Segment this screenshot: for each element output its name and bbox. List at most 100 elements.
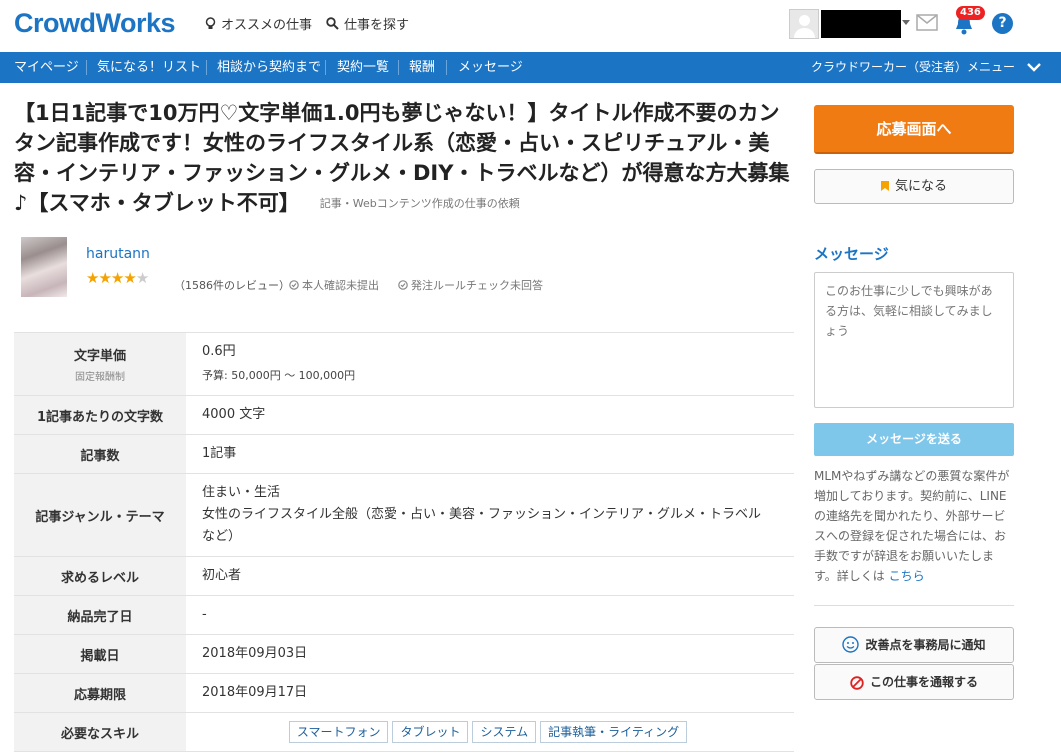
report-job-label: この仕事を通報する (869, 675, 978, 689)
top-header: CrowdWorks オススメの仕事 仕事を探す 436 ? (0, 0, 1061, 52)
nav-divider (325, 60, 326, 75)
search-jobs-label: 仕事を探す (344, 18, 410, 33)
worker-menu[interactable]: クラウドワーカー（受注者）メニュー (811, 52, 1015, 83)
details-link[interactable]: こちら (889, 569, 925, 583)
row-label: 文字単価 固定報酬制 (14, 333, 186, 395)
nav-rewards[interactable]: 報酬 (409, 52, 435, 83)
nav-divider (86, 60, 87, 75)
table-row: 納品完了日 - (14, 596, 794, 635)
help-icon[interactable]: ? (992, 13, 1013, 34)
improve-feedback-button[interactable]: 改善点を事務局に通知 (814, 627, 1014, 663)
nav-divider (398, 60, 399, 75)
nav-consult-contract[interactable]: 相談から契約まで (217, 52, 321, 83)
nav-contracts[interactable]: 契約一覧 (337, 52, 389, 83)
deadline-label: 応募期限 (14, 674, 186, 712)
recommend-label: オススメの仕事 (221, 18, 313, 33)
table-row: 文字単価 固定報酬制 0.6円 予算: 50,000円 〜 100,000円 (14, 333, 794, 396)
report-job-button[interactable]: この仕事を通報する (814, 664, 1014, 700)
sidebar-divider (814, 605, 1014, 606)
deadline-value: 2018年09月17日 (202, 685, 308, 700)
genre-line-1: 住まい・生活 (202, 485, 281, 500)
main-nav: マイページ 気になる！リスト 相談から契約まで 契約一覧 報酬 メッセージ クラ… (0, 52, 1061, 83)
chars-label: 1記事あたりの文字数 (14, 396, 186, 434)
nav-divider (446, 60, 447, 75)
skill-tag[interactable]: タブレット (392, 721, 469, 743)
mail-icon[interactable] (916, 14, 938, 31)
job-title: 【1日1記事で10万円♡文字単価1.0円も夢じゃない！】タイトル作成不要のカンタ… (14, 98, 792, 219)
rule-check-status: 発注ルールチェック未回答 (398, 277, 543, 293)
level-label: 求めるレベル (14, 557, 186, 595)
genre-line-2: 女性のライフスタイル全般（恋愛・占い・美容・ファッション・インテリア・グルメ・ト… (202, 507, 775, 544)
delivery-value: - (202, 607, 207, 622)
client-avatar[interactable] (21, 237, 67, 297)
budget-range: 予算: 50,000円 〜 100,000円 (202, 369, 356, 382)
star-empty-icon: ★ (135, 269, 149, 287)
identity-status: 本人確認未提出 (289, 277, 379, 293)
table-row: 掲載日 2018年09月03日 (14, 635, 794, 674)
skill-tag[interactable]: スマートフォン (288, 721, 389, 743)
level-value: 初心者 (202, 568, 242, 583)
chevron-down-icon[interactable] (1027, 62, 1041, 72)
genre-label: 記事ジャンル・テーマ (14, 474, 186, 556)
search-jobs-link[interactable]: 仕事を探す (326, 14, 409, 33)
table-row: 応募期限 2018年09月17日 (14, 674, 794, 713)
smiley-icon (842, 636, 860, 653)
nav-messages[interactable]: メッセージ (458, 52, 523, 83)
check-circle-icon (289, 280, 299, 290)
recommend-link[interactable]: オススメの仕事 (205, 14, 312, 33)
favorite-button[interactable]: 気になる (814, 169, 1014, 204)
send-message-button[interactable]: メッセージを送る (814, 423, 1014, 456)
unit-price-label: 文字単価 (73, 349, 126, 364)
table-row: 1記事あたりの文字数 4000 文字 (14, 396, 794, 435)
skills-label: 必要なスキル (14, 713, 186, 751)
star-icon: ★ (110, 269, 124, 287)
table-row: 記事数 1記事 (14, 435, 794, 474)
nav-divider (206, 60, 207, 75)
table-row: 必要なスキル スマートフォン タブレット システム 記事執筆・ライティング (14, 713, 794, 752)
unit-price-value: 0.6円 (202, 344, 236, 359)
star-icon: ★ (98, 269, 111, 287)
rule-check-text: 発注ルールチェック未回答 (411, 279, 543, 292)
favorite-label: 気になる (894, 179, 947, 194)
fraud-notice-text: MLMやねずみ講などの悪質な案件が増加しております。契約前に、LINEの連絡先を… (814, 469, 1010, 583)
message-heading: メッセージ (814, 245, 889, 263)
identity-status-text: 本人確認未提出 (302, 279, 379, 292)
table-row: 求めるレベル 初心者 (14, 557, 794, 596)
client-review-count[interactable]: （1586件のレビュー） (174, 277, 290, 293)
username-redacted[interactable] (821, 10, 901, 38)
delivery-label: 納品完了日 (14, 596, 186, 634)
client-name[interactable]: harutann (86, 246, 150, 262)
search-icon (326, 17, 339, 30)
chevron-down-icon[interactable] (902, 20, 910, 25)
job-category[interactable]: 記事・Webコンテンツ作成の仕事の依頼 (320, 197, 520, 210)
lightbulb-icon (205, 16, 216, 29)
posted-value: 2018年09月03日 (202, 646, 308, 661)
user-avatar[interactable] (789, 9, 819, 39)
count-label: 記事数 (14, 435, 186, 473)
skills-list: スマートフォン タブレット システム 記事執筆・ライティング (186, 713, 794, 751)
prohibited-icon (850, 676, 864, 690)
nav-mypage[interactable]: マイページ (14, 52, 79, 83)
skill-tag[interactable]: システム (472, 721, 537, 743)
crowdworks-logo[interactable]: CrowdWorks (14, 8, 176, 39)
star-icon: ★ (86, 269, 99, 287)
message-input[interactable] (814, 272, 1014, 408)
check-circle-icon (398, 280, 408, 290)
skill-tag[interactable]: 記事執筆・ライティング (540, 721, 688, 743)
apply-button[interactable]: 応募画面へ (814, 105, 1014, 154)
row-value: 住まい・生活 女性のライフスタイル全般（恋愛・占い・美容・ファッション・インテリ… (186, 474, 794, 556)
bookmark-icon (880, 181, 889, 191)
notification-badge: 436 (956, 6, 985, 20)
star-icon: ★ (123, 269, 136, 287)
row-value: 0.6円 予算: 50,000円 〜 100,000円 (186, 333, 794, 395)
improve-feedback-label: 改善点を事務局に通知 (865, 638, 986, 652)
count-value: 1記事 (202, 446, 237, 461)
chars-value: 4000 文字 (202, 407, 266, 422)
posted-label: 掲載日 (14, 635, 186, 673)
client-rating-stars: ★★★★★ (86, 269, 149, 287)
job-details-table: 文字単価 固定報酬制 0.6円 予算: 50,000円 〜 100,000円 1… (14, 332, 794, 752)
nav-favorites[interactable]: 気になる！リスト (97, 52, 201, 83)
payment-type: 固定報酬制 (75, 372, 125, 383)
table-row: 記事ジャンル・テーマ 住まい・生活 女性のライフスタイル全般（恋愛・占い・美容・… (14, 474, 794, 557)
fraud-notice: MLMやねずみ講などの悪質な案件が増加しております。契約前に、LINEの連絡先を… (814, 466, 1014, 586)
